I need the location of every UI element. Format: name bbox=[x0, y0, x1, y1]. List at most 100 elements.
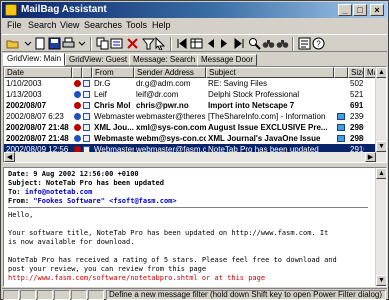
tab-message-search[interactable]: Message: Search bbox=[129, 54, 200, 66]
table-row[interactable]: 2002/08/07 21:48 Webmasterwebm@sys-con.co… bbox=[4, 133, 376, 144]
copy-icon[interactable] bbox=[96, 37, 109, 50]
tab-gridview-guest[interactable]: GridView: Guest bbox=[65, 54, 132, 66]
envelope-icon bbox=[82, 122, 92, 133]
view-tabs: GridView: Main GridView: Guest Message: … bbox=[3, 53, 387, 66]
preview-body-line: is now available for download. bbox=[8, 238, 135, 246]
save-icon[interactable] bbox=[48, 37, 61, 50]
attachment-icon bbox=[334, 89, 348, 100]
maximize-button[interactable]: □ bbox=[353, 4, 367, 16]
preview-to-link[interactable]: info@notetab.com bbox=[25, 188, 92, 196]
menu-tools[interactable]: Tools bbox=[126, 20, 147, 30]
flag-icon bbox=[72, 111, 82, 122]
preview-body-link[interactable]: http://www.fasm.com/software/notetabpro.… bbox=[8, 274, 265, 283]
col-header-attachment[interactable] bbox=[334, 67, 348, 78]
attachment-icon bbox=[334, 100, 348, 111]
delete-icon[interactable] bbox=[126, 37, 139, 50]
tab-message-door[interactable]: Message Door bbox=[197, 54, 258, 66]
close-button[interactable]: × bbox=[370, 4, 384, 16]
menu-searches[interactable]: Searches bbox=[84, 20, 122, 30]
status-bar: Define a new message filter (hold down S… bbox=[2, 288, 387, 300]
last-record-icon[interactable] bbox=[232, 37, 245, 50]
table-row[interactable]: 2002/08/07 Chris Mol chris@pwr.no Import in… bbox=[4, 100, 376, 111]
scroll-up-icon[interactable]: ▲ bbox=[376, 67, 386, 78]
col-header-subject[interactable]: Subject bbox=[206, 67, 334, 78]
table-row[interactable]: 1/10/2003 Dr.G dr.g@adm.com RE: Saving File… bbox=[4, 78, 376, 89]
tab-gridview-main[interactable]: GridView: Main bbox=[3, 53, 66, 66]
binoculars-next-icon[interactable] bbox=[276, 37, 289, 50]
preview-body-line: Your software title, NoteTab Pro has bee… bbox=[8, 229, 329, 237]
col-header-size[interactable]: Size bbox=[348, 67, 364, 78]
cell-size: 2390 bbox=[350, 112, 364, 121]
flag-icon bbox=[72, 122, 82, 133]
open-folder-icon[interactable] bbox=[6, 37, 19, 50]
cell-sender-address: webmaster@theres.com bbox=[136, 112, 206, 121]
col-header-sender-address[interactable]: Sender Address bbox=[134, 67, 206, 78]
flag-icon bbox=[72, 78, 82, 89]
toolbar-separator bbox=[292, 37, 294, 51]
chevron-down-icon[interactable] bbox=[76, 37, 89, 50]
col-header-flag[interactable] bbox=[72, 67, 82, 78]
menu-help[interactable]: Help bbox=[152, 20, 171, 30]
table-row[interactable]: 1/13/2003 Leif leif@dr.com Delphi Stock Pro… bbox=[4, 89, 376, 100]
cell-from: Dr.G bbox=[94, 79, 111, 88]
svg-text:?: ? bbox=[316, 40, 321, 49]
preview-to: To: info@notetab.com bbox=[8, 188, 92, 197]
attachment-icon bbox=[334, 78, 348, 89]
cell-sender-address: leif@dr.com bbox=[136, 90, 179, 99]
attachment-icon bbox=[334, 133, 348, 144]
scroll-left-icon[interactable]: ◀ bbox=[4, 152, 15, 162]
scroll-up-icon[interactable]: ▲ bbox=[376, 168, 386, 179]
next-record-icon[interactable] bbox=[218, 37, 231, 50]
previous-record-icon[interactable] bbox=[204, 37, 217, 50]
col-header-from[interactable]: From bbox=[92, 67, 134, 78]
open-file-icon[interactable] bbox=[34, 37, 47, 50]
minimize-button[interactable]: _ bbox=[338, 4, 352, 16]
col-header-status[interactable] bbox=[82, 67, 92, 78]
cell-sender-address: xml@sys-con.com bbox=[136, 123, 206, 132]
options-icon[interactable] bbox=[298, 37, 311, 50]
preview-vertical-scrollbar[interactable]: ▲ ▼ bbox=[375, 168, 386, 286]
preview-from-label: From: bbox=[8, 197, 34, 205]
find-icon[interactable] bbox=[248, 37, 261, 50]
envelope-icon bbox=[82, 111, 92, 122]
table-icon[interactable] bbox=[190, 37, 203, 50]
menu-search[interactable]: Search bbox=[28, 20, 57, 30]
cell-sender-address: chris@pwr.no bbox=[136, 101, 189, 110]
message-preview: Date: 9 Aug 2002 12:56:00 +0100 Subject:… bbox=[3, 167, 387, 287]
cell-size: 691 bbox=[350, 101, 364, 110]
cell-sender-address: webm@sys-con.com bbox=[136, 134, 206, 143]
grid-vertical-scrollbar[interactable]: ▲ ▼ bbox=[375, 67, 386, 162]
first-record-icon[interactable] bbox=[176, 37, 189, 50]
cell-from: Chris Mol bbox=[94, 101, 131, 110]
status-cell bbox=[71, 290, 87, 300]
preview-to-label: To: bbox=[8, 188, 25, 196]
message-grid: Date From Sender Address Subject Size Ma… bbox=[3, 66, 387, 163]
col-header-date[interactable]: Date bbox=[4, 67, 72, 78]
cell-size: 2980 bbox=[350, 123, 364, 132]
envelope-icon bbox=[82, 89, 92, 100]
table-row[interactable]: 2002/08/07 6:23 Webmaster webmaster@theres… bbox=[4, 111, 376, 122]
scroll-right-icon[interactable]: ▶ bbox=[365, 152, 376, 162]
cell-from: Webmaster bbox=[94, 112, 134, 121]
scroll-down-icon[interactable]: ▼ bbox=[376, 141, 386, 152]
preview-from-link[interactable]: "Fookes Software" <fsoft@fasm.com> bbox=[33, 197, 176, 205]
grid-horizontal-scrollbar[interactable]: ◀ ▶ bbox=[4, 152, 376, 162]
preview-body-line: NoteTab Pro has received a rating of 5 s… bbox=[8, 256, 337, 264]
cell-from: Leif bbox=[94, 90, 107, 99]
binoculars-icon[interactable] bbox=[262, 37, 275, 50]
cell-date: 2002/08/07 21:48 bbox=[6, 123, 69, 132]
envelope-icon bbox=[82, 78, 92, 89]
help-icon[interactable]: ? bbox=[312, 37, 325, 50]
status-message: Define a new message filter (hold down S… bbox=[106, 290, 386, 300]
menu-file[interactable]: File bbox=[7, 20, 22, 30]
cell-subject: Delphi Stock Professional bbox=[208, 90, 300, 99]
select-all-icon[interactable] bbox=[110, 37, 123, 50]
table-row[interactable]: 2002/08/07 21:48 XML Jou... xml@sys-con.co… bbox=[4, 122, 376, 133]
print-icon[interactable] bbox=[62, 37, 75, 50]
preview-body-line: post your review, you can review from th… bbox=[8, 265, 207, 273]
preview-subject: Subject: NoteTab Pro has been updated bbox=[8, 179, 164, 187]
status-cell bbox=[37, 290, 53, 300]
scroll-down-icon[interactable]: ▼ bbox=[376, 275, 386, 286]
status-cell bbox=[3, 290, 19, 300]
menu-view[interactable]: View bbox=[60, 20, 79, 30]
